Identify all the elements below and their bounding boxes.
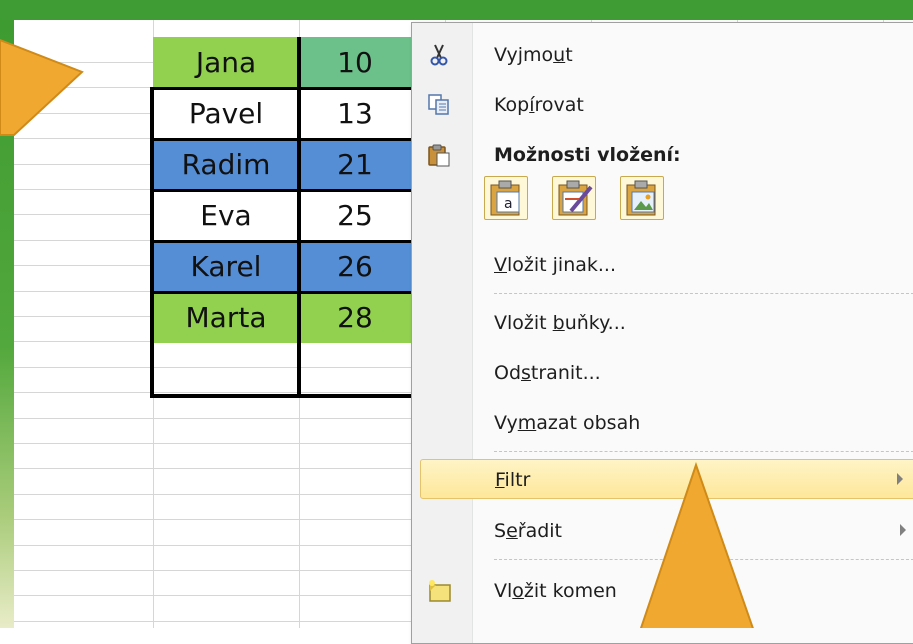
paste-formatting-icon	[558, 180, 593, 216]
menu-item-paste-special[interactable]: Vložit jinak...	[412, 245, 913, 285]
menu-item-label: Kopírovat	[494, 94, 584, 116]
cell-border	[297, 37, 301, 398]
menu-separator	[494, 451, 913, 452]
table-cell-name[interactable]: Eva	[153, 190, 299, 241]
context-menu: Vyjmout Kopírovat Možnosti vložení: a Vl…	[411, 22, 913, 644]
table-cell-value[interactable]: 13	[299, 88, 411, 139]
comment-icon	[429, 580, 451, 602]
menu-item-sort[interactable]: Seřadit	[412, 511, 913, 551]
menu-item-delete[interactable]: Odstranit...	[412, 353, 913, 393]
table-cell-value[interactable]: 25	[299, 190, 411, 241]
slide-frame-top	[0, 0, 913, 20]
table-cell-value[interactable]: 10	[299, 37, 411, 88]
paste-values-icon: a	[490, 180, 520, 216]
cell-border	[150, 394, 412, 398]
menu-item-label: Vymazat obsah	[494, 412, 641, 434]
table-cell-value[interactable]: 28	[299, 292, 411, 343]
submenu-arrow-icon	[897, 473, 903, 485]
menu-item-filter[interactable]: Filtr	[420, 459, 913, 499]
menu-item-clear-contents[interactable]: Vymazat obsah	[412, 403, 913, 443]
cell-border	[150, 87, 412, 90]
cell-border	[150, 138, 412, 141]
scissors-icon	[430, 44, 448, 66]
cell-border	[150, 291, 412, 294]
table-cell-name[interactable]: Karel	[153, 241, 299, 292]
menu-item-cut[interactable]: Vyjmout	[412, 35, 913, 75]
menu-item-label: Seřadit	[494, 520, 563, 542]
table-cell-name[interactable]: Marta	[153, 292, 299, 343]
cell-border	[150, 189, 412, 192]
cell-border	[150, 240, 412, 243]
paste-picture-button[interactable]	[620, 176, 664, 220]
paste-formatting-button[interactable]	[552, 176, 596, 220]
paste-picture-icon	[626, 180, 656, 216]
menu-item-label: Vložit jinak...	[494, 254, 617, 276]
copy-icon	[428, 94, 449, 115]
clipboard-icon	[428, 144, 450, 167]
paste-options-title: Možnosti vložení:	[494, 144, 681, 166]
menu-separator	[494, 293, 913, 294]
menu-separator	[494, 559, 913, 560]
menu-item-insert-cells[interactable]: Vložit buňky...	[412, 303, 913, 343]
submenu-arrow-icon	[900, 524, 906, 536]
table-cell-value[interactable]: 26	[299, 241, 411, 292]
table-cell-name[interactable]: Jana	[153, 37, 299, 88]
menu-item-label: Vložit komen	[494, 580, 617, 602]
table-cell-value[interactable]: 21	[299, 139, 411, 190]
menu-item-insert-comment[interactable]: Vložit komen	[412, 571, 913, 611]
paste-options-heading: Možnosti vložení:	[412, 135, 913, 175]
menu-item-label: Vyjmout	[494, 44, 573, 66]
table-cell-name[interactable]: Pavel	[153, 88, 299, 139]
menu-item-label: Odstranit...	[494, 362, 601, 384]
menu-item-copy[interactable]: Kopírovat	[412, 85, 913, 125]
menu-item-label: Vložit buňky...	[494, 312, 626, 334]
slide-frame-left	[0, 0, 14, 628]
table-cell-name[interactable]: Radim	[153, 139, 299, 190]
menu-item-label: Filtr	[495, 469, 531, 491]
cell-border	[150, 88, 154, 398]
paste-values-button[interactable]: a	[484, 176, 528, 220]
svg-text:a: a	[504, 196, 513, 212]
